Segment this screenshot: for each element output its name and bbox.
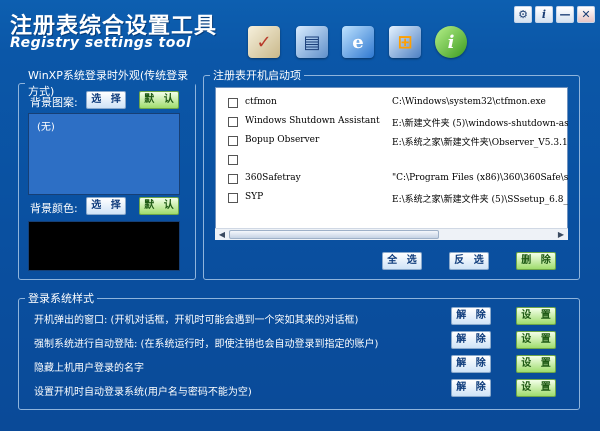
invert-selection-button[interactable]: 反 选	[449, 252, 489, 270]
close-button[interactable]: ✕	[577, 6, 595, 23]
list-item[interactable]: Bopup Observer E:\系统之家\新建文件夹\Observer_V5…	[216, 132, 568, 150]
bg-image-list[interactable]: (无)	[28, 113, 180, 195]
autologin-force-unlock-button[interactable]: 解 除	[451, 331, 491, 349]
bg-color-label: 背景颜色:	[30, 202, 78, 215]
list-item[interactable]: Windows Shutdown Assistant E:\新建文件夹 (5)\…	[216, 113, 568, 131]
boot-autologin-set-button[interactable]: 设 置	[516, 379, 556, 397]
select-all-button[interactable]: 全 选	[382, 252, 422, 270]
checkbox[interactable]	[228, 174, 238, 184]
startup-path: C:\Windows\system32\ctfmon.exe	[392, 97, 546, 107]
bg-image-label: 背景图案:	[30, 96, 78, 109]
info-icon[interactable]: i	[435, 26, 467, 58]
popup-set-button[interactable]: 设 置	[516, 307, 556, 325]
bg-color-swatch[interactable]	[28, 221, 180, 271]
checkbox[interactable]	[228, 193, 238, 203]
setting-label-boot-autologin: 设置开机时自动登录系统(用户名与密码不能为空)	[34, 387, 252, 398]
app-subtitle: Registry settings tool	[10, 35, 192, 51]
horizontal-scrollbar[interactable]: ◀ ▶	[215, 228, 568, 240]
setting-label-autologin-force: 强制系统进行自动登陆: (在系统运行时，即使注销也会自动登录到指定的账户)	[34, 339, 379, 350]
startup-name: Bopup Observer	[245, 135, 320, 145]
minimize-button[interactable]: —	[556, 6, 574, 23]
list-item[interactable]: SYP E:\系统之家\新建文件夹 (5)\SSsetup_6.8_	[216, 189, 568, 207]
startup-name: SYP	[245, 192, 264, 202]
hide-username-set-button[interactable]: 设 置	[516, 355, 556, 373]
list-item[interactable]: ctfmon C:\Windows\system32\ctfmon.exe	[216, 94, 568, 112]
bg-image-value[interactable]: (无)	[37, 122, 55, 133]
scroll-thumb[interactable]	[229, 230, 439, 239]
login-style-legend: 登录系统样式	[28, 292, 94, 305]
bg-color-select-button[interactable]: 选 择	[86, 197, 126, 215]
autologin-force-set-button[interactable]: 设 置	[516, 331, 556, 349]
checkbox[interactable]	[228, 98, 238, 108]
checkbox[interactable]	[228, 117, 238, 127]
startup-name: ctfmon	[245, 97, 277, 107]
about-button[interactable]: i	[535, 6, 553, 23]
startup-list[interactable]: ctfmon C:\Windows\system32\ctfmon.exe Wi…	[215, 87, 568, 240]
startup-items-legend: 注册表开机启动项	[213, 69, 301, 82]
bg-color-default-button[interactable]: 默 认	[139, 197, 179, 215]
checkbox[interactable]	[228, 155, 238, 165]
delete-button[interactable]: 删 除	[516, 252, 556, 270]
list-item[interactable]	[216, 151, 568, 169]
startup-name: 360Safetray	[245, 173, 301, 183]
startup-path: E:\新建文件夹 (5)\windows-shutdown-assi	[392, 119, 568, 129]
startup-path: E:\系统之家\新建文件夹 (5)\SSsetup_6.8_	[392, 195, 568, 205]
hide-username-unlock-button[interactable]: 解 除	[451, 355, 491, 373]
scroll-right-icon[interactable]: ▶	[555, 229, 567, 240]
settings-checklist-icon[interactable]: ✓	[248, 26, 280, 58]
bg-image-default-button[interactable]: 默 认	[139, 91, 179, 109]
startup-name: Windows Shutdown Assistant	[245, 116, 380, 126]
display-settings-icon[interactable]: ▤	[296, 26, 328, 58]
windows-security-icon[interactable]: ⊞	[389, 26, 421, 58]
title-bar: 注册表综合设置工具 Registry settings tool ✓ ▤ e ⊞…	[0, 0, 600, 62]
gear-icon[interactable]: ⚙	[514, 6, 532, 23]
internet-explorer-icon[interactable]: e	[342, 26, 374, 58]
startup-path: "C:\Program Files (x86)\360\360Safe\saf	[392, 173, 568, 183]
checkbox[interactable]	[228, 136, 238, 146]
popup-unlock-button[interactable]: 解 除	[451, 307, 491, 325]
startup-path: E:\系统之家\新建文件夹\Observer_V5.3.1.	[392, 138, 568, 148]
setting-label-popup: 开机弹出的窗口: (开机对话框，开机时可能会遇到一个突如其来的对话框)	[34, 315, 359, 326]
setting-label-hide-username: 隐藏上机用户登录的名字	[34, 363, 144, 374]
scroll-left-icon[interactable]: ◀	[216, 229, 228, 240]
bg-image-select-button[interactable]: 选 择	[86, 91, 126, 109]
list-item[interactable]: 360Safetray "C:\Program Files (x86)\360\…	[216, 170, 568, 188]
boot-autologin-unlock-button[interactable]: 解 除	[451, 379, 491, 397]
